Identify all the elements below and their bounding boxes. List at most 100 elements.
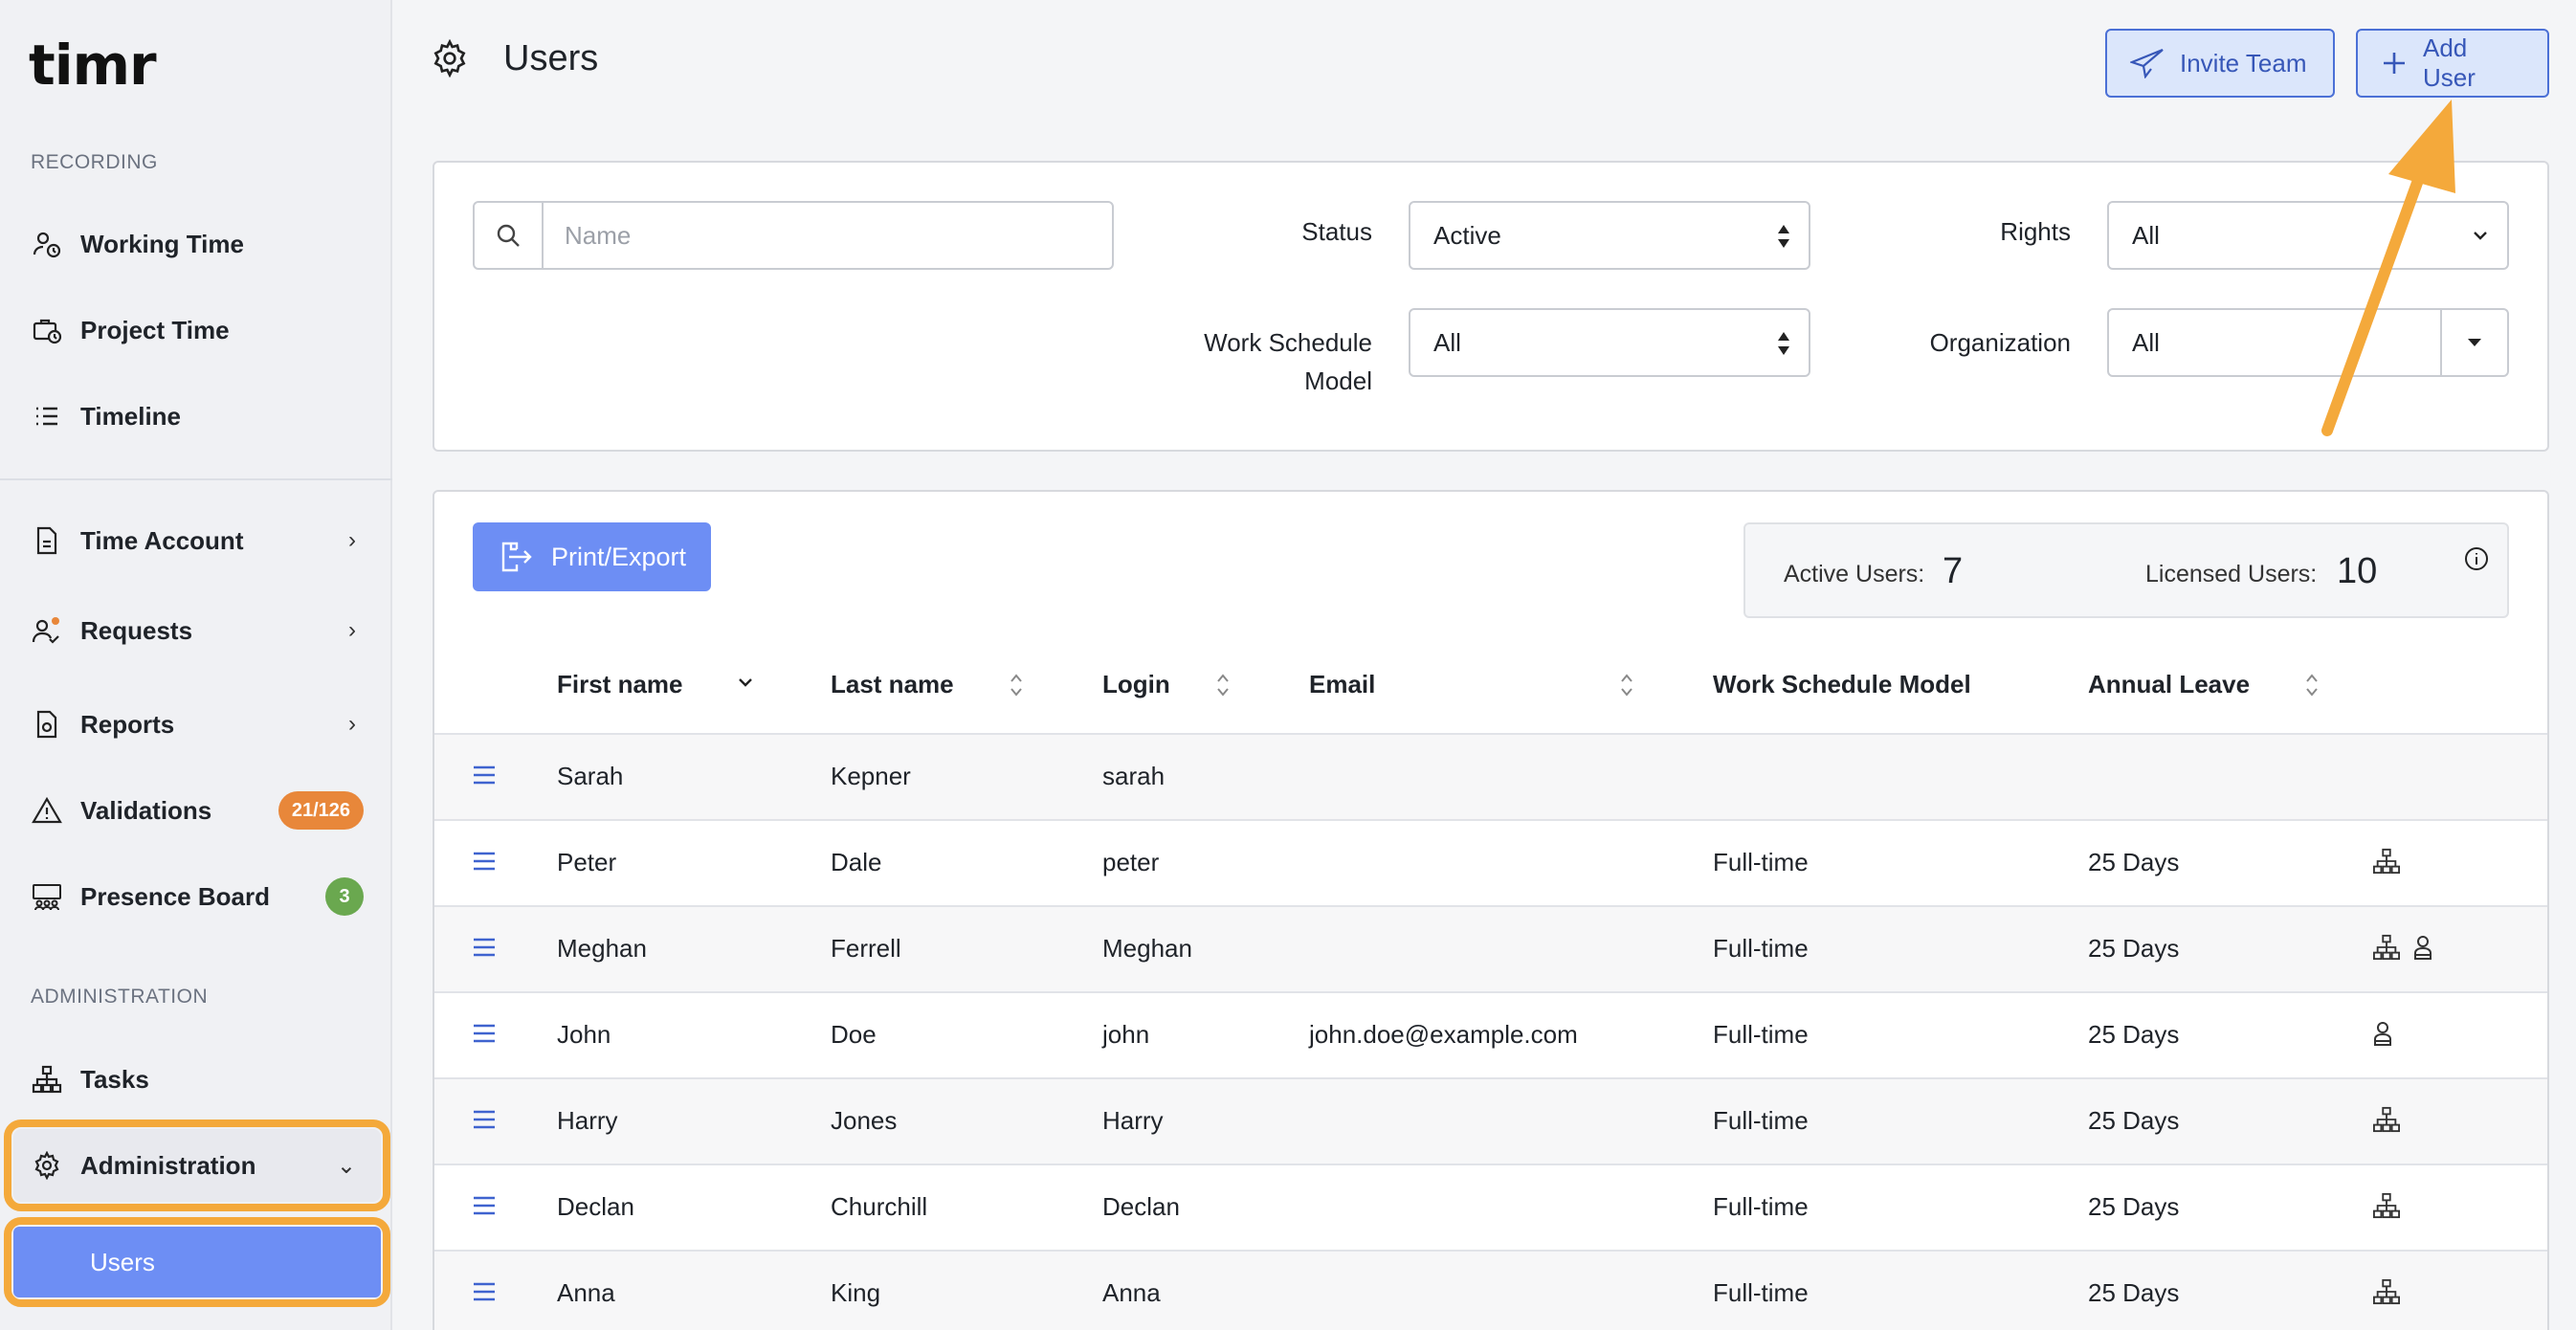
cell-work-schedule: Full-time (1713, 1278, 1809, 1307)
sort-icon[interactable] (2302, 672, 2321, 703)
column-header-work-schedule-model: Work Schedule Model (1713, 670, 1971, 698)
sidebar-item-presence-board[interactable]: Presence Board 3 (0, 863, 392, 930)
work-schedule-select[interactable]: All (1409, 308, 1810, 377)
hamburger-menu-icon[interactable] (473, 764, 496, 791)
sidebar-item-working-time[interactable]: Working Time (0, 211, 392, 277)
organization-label: Organization (1929, 328, 2071, 357)
table-row[interactable]: Meghan Ferrell Meghan Full-time 25 Days (434, 905, 2547, 991)
timr-logo[interactable]: timr (29, 33, 157, 98)
cell-first-name: Anna (557, 1278, 615, 1307)
info-icon[interactable] (2463, 545, 2490, 577)
cell-login: Harry (1102, 1106, 1164, 1135)
caret-down-icon[interactable] (2440, 310, 2507, 375)
hamburger-menu-icon[interactable] (473, 1194, 496, 1222)
page-title: Users (431, 38, 598, 79)
rights-select[interactable]: All (2107, 201, 2509, 270)
cell-annual-leave: 25 Days (2088, 934, 2180, 963)
sidebar-item-users[interactable]: Users (13, 1227, 381, 1297)
cell-last-name: Dale (831, 848, 882, 876)
sort-icon[interactable] (1007, 672, 1026, 703)
org-hierarchy-icon (2371, 1278, 2402, 1310)
table-row[interactable]: Declan Churchill Declan Full-time 25 Day… (434, 1164, 2547, 1250)
cell-annual-leave: 25 Days (2088, 1020, 2180, 1049)
table-row[interactable]: John Doe john john.doe@example.com Full-… (434, 991, 2547, 1077)
search-input[interactable] (544, 203, 1112, 268)
cell-annual-leave: 25 Days (2088, 1278, 2180, 1307)
presence-badge: 3 (325, 877, 364, 916)
cell-first-name: Sarah (557, 762, 624, 790)
cell-work-schedule: Full-time (1713, 934, 1809, 963)
chevron-down-icon (2471, 224, 2490, 254)
print-export-button[interactable]: Print/Export (473, 522, 712, 591)
cell-first-name: John (557, 1020, 611, 1049)
work-schedule-label: Work Schedule Model (1204, 328, 1372, 395)
cell-annual-leave: 25 Days (2088, 1192, 2180, 1221)
table-row[interactable]: Anna King Anna Full-time 25 Days (434, 1250, 2547, 1330)
cell-last-name: Ferrell (831, 934, 901, 963)
sidebar-item-requests[interactable]: Requests › (0, 597, 392, 664)
column-header-first-name[interactable]: First name (557, 670, 683, 699)
status-select[interactable]: Active (1409, 201, 1810, 270)
hamburger-menu-icon[interactable] (473, 1280, 496, 1308)
sidebar-divider (0, 478, 392, 480)
warning-icon (31, 794, 63, 827)
chevron-down-icon: ⌄ (336, 1152, 356, 1179)
sort-icon[interactable] (1617, 672, 1636, 703)
column-header-last-name[interactable]: Last name (831, 670, 954, 699)
cell-last-name: Kepner (831, 762, 911, 790)
sidebar-item-project-time[interactable]: Project Time (0, 297, 392, 364)
table-row[interactable]: Harry Jones Harry Full-time 25 Days (434, 1077, 2547, 1164)
sidebar: timr RECORDING Working Time Project Time… (0, 0, 392, 1330)
cell-email: john.doe@example.com (1309, 1020, 1578, 1049)
cell-login: peter (1102, 848, 1160, 876)
sort-desc-icon[interactable] (737, 676, 754, 696)
cell-login: john (1102, 1020, 1150, 1049)
hamburger-menu-icon[interactable] (473, 850, 496, 877)
table-row[interactable]: Peter Dale peter Full-time 25 Days (434, 819, 2547, 905)
add-user-button[interactable]: Add User (2356, 29, 2549, 98)
table-row[interactable]: Sarah Kepner sarah (434, 733, 2547, 819)
hamburger-menu-icon[interactable] (473, 1108, 496, 1136)
licensed-users-label: Licensed Users: (2145, 561, 2318, 587)
column-header-login[interactable]: Login (1102, 670, 1170, 699)
sidebar-item-timeline[interactable]: Timeline (0, 383, 392, 450)
cell-work-schedule: Full-time (1713, 848, 1809, 876)
sidebar-item-administration[interactable]: Administration ⌄ (0, 1132, 392, 1199)
cell-last-name: Churchill (831, 1192, 928, 1221)
column-header-annual-leave[interactable]: Annual Leave (2088, 670, 2250, 699)
cell-first-name: Meghan (557, 934, 647, 963)
cell-first-name: Harry (557, 1106, 618, 1135)
sidebar-item-validations[interactable]: Validations 21/126 (0, 777, 392, 844)
cell-last-name: King (831, 1278, 881, 1307)
column-header-email[interactable]: Email (1309, 670, 1375, 699)
chevron-right-icon: › (348, 711, 356, 737)
search-box (473, 201, 1114, 270)
section-label-administration: ADMINISTRATION (31, 986, 209, 1008)
user-check-icon (31, 614, 63, 647)
cell-work-schedule: Full-time (1713, 1106, 1809, 1135)
rights-label: Rights (2000, 217, 2071, 246)
org-hierarchy-icon (2371, 934, 2402, 965)
cell-first-name: Peter (557, 848, 617, 876)
organization-select[interactable]: All (2107, 308, 2509, 377)
briefcase-clock-icon (31, 314, 63, 346)
gear-icon (431, 38, 471, 79)
hierarchy-icon (31, 1063, 63, 1096)
hamburger-menu-icon[interactable] (473, 1022, 496, 1050)
invite-team-button[interactable]: Invite Team (2105, 29, 2335, 98)
cell-last-name: Doe (831, 1020, 877, 1049)
sidebar-item-time-account[interactable]: Time Account › (0, 507, 392, 574)
cell-last-name: Jones (831, 1106, 898, 1135)
cell-login: sarah (1102, 762, 1166, 790)
org-hierarchy-icon (2371, 848, 2402, 879)
chevron-right-icon: › (348, 617, 356, 643)
status-label: Status (1301, 217, 1372, 246)
sidebar-item-reports[interactable]: Reports › (0, 691, 392, 758)
sort-icon[interactable] (1213, 672, 1232, 703)
cell-login: Anna (1102, 1278, 1161, 1307)
supervisor-icon (2411, 934, 2434, 965)
sidebar-item-tasks[interactable]: Tasks (0, 1046, 392, 1113)
cell-login: Meghan (1102, 934, 1192, 963)
hamburger-menu-icon[interactable] (473, 936, 496, 964)
cell-annual-leave: 25 Days (2088, 1106, 2180, 1135)
